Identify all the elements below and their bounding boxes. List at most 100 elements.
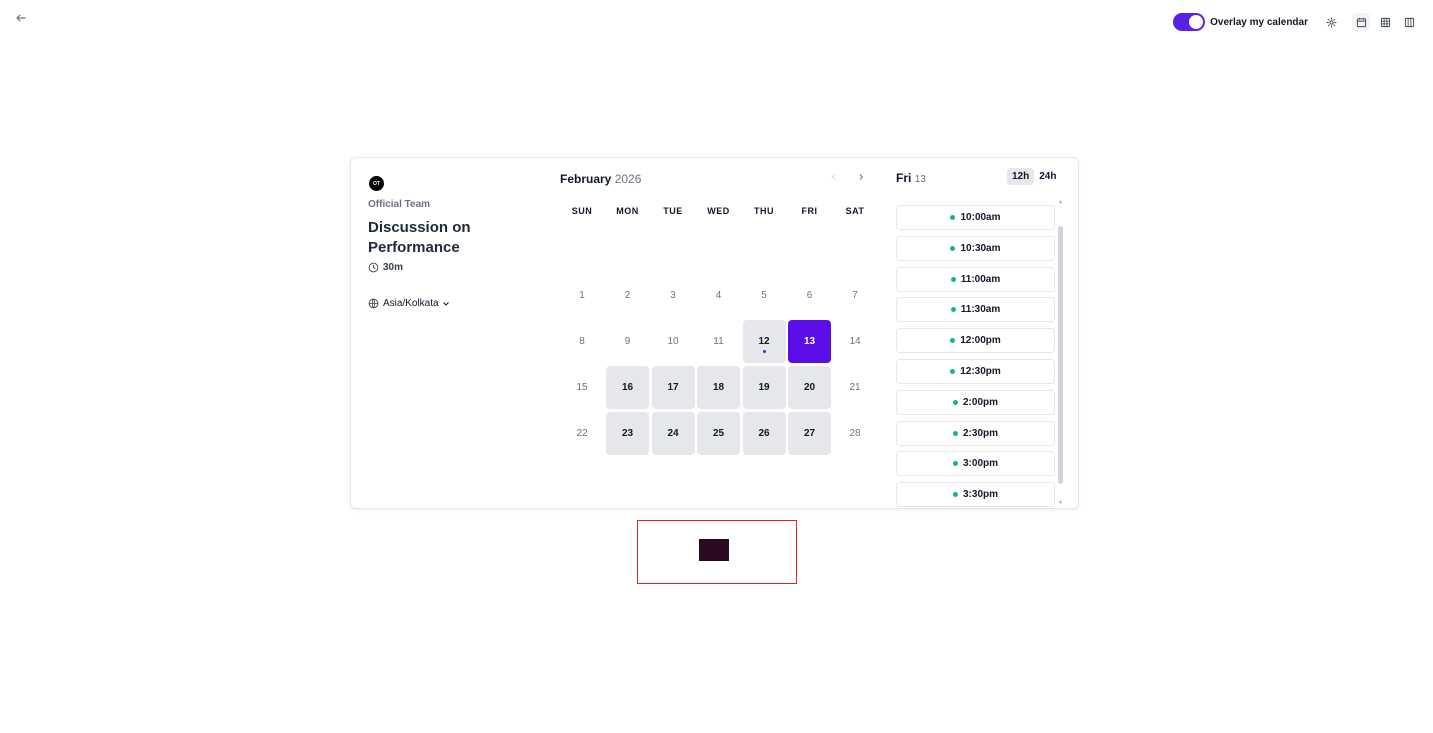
time-slot-label: 2:30pm	[962, 427, 998, 439]
weekday-tue: TUE	[663, 206, 683, 216]
booker-card: OT Official Team Discussion on Performan…	[350, 157, 1079, 509]
calendar-day-11: 11	[713, 336, 724, 347]
availability-dot	[950, 245, 956, 251]
clock-icon	[368, 262, 379, 273]
chevron-down-icon	[442, 301, 449, 306]
event-title: Discussion on Performance	[368, 219, 471, 256]
time-slot-button[interactable]: 3:30pm	[896, 482, 1055, 508]
weekday-fri: FRI	[801, 206, 818, 216]
availability-dot	[950, 215, 956, 220]
calendar-day-5: 5	[761, 290, 767, 301]
availability-dot	[950, 338, 956, 344]
timezone-select[interactable]: Asia/Kolkata	[368, 298, 454, 309]
calendar-day-20[interactable]: 20	[788, 366, 831, 409]
availability-dot	[950, 276, 956, 282]
calendar-day-25[interactable]: 25	[697, 412, 740, 455]
today-indicator-dot	[762, 350, 766, 353]
selected-weekday: Fri	[896, 171, 912, 185]
weekday-mon: MON	[616, 206, 639, 216]
calendar-day-18[interactable]: 18	[697, 366, 740, 409]
calendar-day-19[interactable]: 19	[742, 366, 786, 409]
scroll-up-arrow-icon[interactable]: ▲	[1058, 199, 1063, 205]
weekday-sun: SUN	[571, 206, 593, 216]
top-toolbar: Overlay my calendar	[1173, 12, 1418, 32]
availability-dot	[952, 430, 958, 436]
time-slot-button[interactable]: 11:30am	[896, 297, 1055, 323]
calendar-day-27[interactable]: 27	[788, 412, 831, 455]
team-avatar: OT	[369, 176, 384, 191]
time-slot-button[interactable]: 2:00pm	[896, 389, 1055, 415]
calendar-day-10: 10	[667, 336, 679, 347]
weekday-sat: SAT	[845, 206, 865, 216]
team-name: Official Team	[368, 199, 431, 210]
calendar-day-24[interactable]: 24	[651, 412, 695, 455]
overlay-calendar-toggle[interactable]	[1173, 13, 1206, 31]
calendar-day-4: 4	[715, 290, 722, 301]
time-format-toggle: 12h 24h	[1007, 168, 1061, 185]
timezone-label: Asia/Kolkata	[383, 298, 439, 309]
weekday-wed: WED	[707, 206, 730, 216]
calendar-day-17[interactable]: 17	[651, 366, 695, 409]
calendar-day-26[interactable]: 26	[742, 412, 786, 455]
time-slot-label: 10:00am	[960, 212, 1001, 223]
event-duration: 30m	[368, 262, 403, 273]
availability-dot	[950, 307, 956, 313]
format-24h-button[interactable]: 24h	[1034, 168, 1061, 185]
availability-dot	[952, 492, 958, 498]
calendar-day-1: 1	[579, 290, 585, 301]
time-slot-button[interactable]: 3:00pm	[896, 451, 1055, 477]
month-year-label: February 2026	[560, 172, 641, 186]
week-view-grid-icon[interactable]	[1376, 13, 1394, 31]
time-slot-button[interactable]: 12:00pm	[896, 328, 1055, 354]
time-slot-button[interactable]: 12:30pm	[896, 359, 1055, 384]
calendar-day-22: 22	[576, 428, 588, 439]
availability-dot	[950, 369, 956, 374]
prev-month-chevron-icon[interactable]	[830, 172, 838, 184]
time-slot-label: 10:30am	[960, 242, 1001, 254]
calendar-day-8: 8	[579, 336, 585, 347]
time-slot-label: 3:00pm	[962, 458, 998, 470]
dark-block	[699, 539, 729, 561]
calendar-day-2: 2	[624, 290, 631, 301]
calendar-day-15: 15	[576, 382, 588, 393]
calendar-day-14: 14	[849, 336, 861, 347]
availability-dot	[952, 399, 958, 405]
calendar-day-28: 28	[849, 428, 861, 439]
slots-scrollbar[interactable]	[1058, 226, 1063, 484]
calendar-day-3: 3	[670, 290, 676, 301]
calendar-day-7: 7	[852, 290, 858, 301]
month-name: February	[560, 172, 612, 186]
month-view-calendar-icon[interactable]	[1352, 13, 1370, 31]
column-view-icon[interactable]	[1400, 13, 1418, 31]
calendar-day-12[interactable]: 12	[742, 320, 786, 363]
globe-icon	[368, 298, 379, 309]
time-slot-button[interactable]: 2:30pm	[896, 420, 1055, 446]
year: 2026	[614, 172, 642, 186]
calendar-day-23[interactable]: 23	[606, 412, 649, 455]
back-arrow-icon[interactable]	[15, 12, 29, 26]
weekday-thu: THU	[754, 206, 774, 216]
toggle-knob	[1189, 15, 1204, 29]
time-slot-label: 12:30pm	[960, 366, 1001, 377]
next-month-chevron-icon[interactable]	[857, 172, 865, 184]
overlay-calendar-label: Overlay my calendar	[1210, 16, 1308, 28]
scroll-down-arrow-icon[interactable]: ▼	[1058, 500, 1063, 506]
calendar-day-13[interactable]: 13	[788, 320, 831, 363]
time-slot-label: 12:00pm	[960, 335, 1001, 347]
selected-day-number: 13	[914, 174, 926, 185]
settings-gear-icon[interactable]	[1322, 13, 1340, 31]
calendar-day-16[interactable]: 16	[606, 366, 649, 409]
selected-date-header: Fri 13	[896, 171, 926, 185]
calendar-day-21: 21	[849, 382, 861, 393]
time-slot-button[interactable]: 10:30am	[896, 235, 1055, 261]
availability-dot	[952, 461, 958, 467]
calendar-day-9: 9	[624, 336, 631, 347]
time-slot-label: 2:00pm	[962, 396, 998, 408]
format-12h-button[interactable]: 12h	[1007, 168, 1035, 185]
time-slot-label: 3:30pm	[962, 489, 998, 501]
time-slot-button[interactable]: 10:00am	[896, 205, 1055, 230]
time-slot-label: 11:00am	[960, 273, 1001, 285]
calendar-day-6: 6	[806, 290, 813, 301]
time-slot-button[interactable]: 11:00am	[896, 266, 1055, 292]
time-slot-label: 11:30am	[960, 304, 1001, 316]
